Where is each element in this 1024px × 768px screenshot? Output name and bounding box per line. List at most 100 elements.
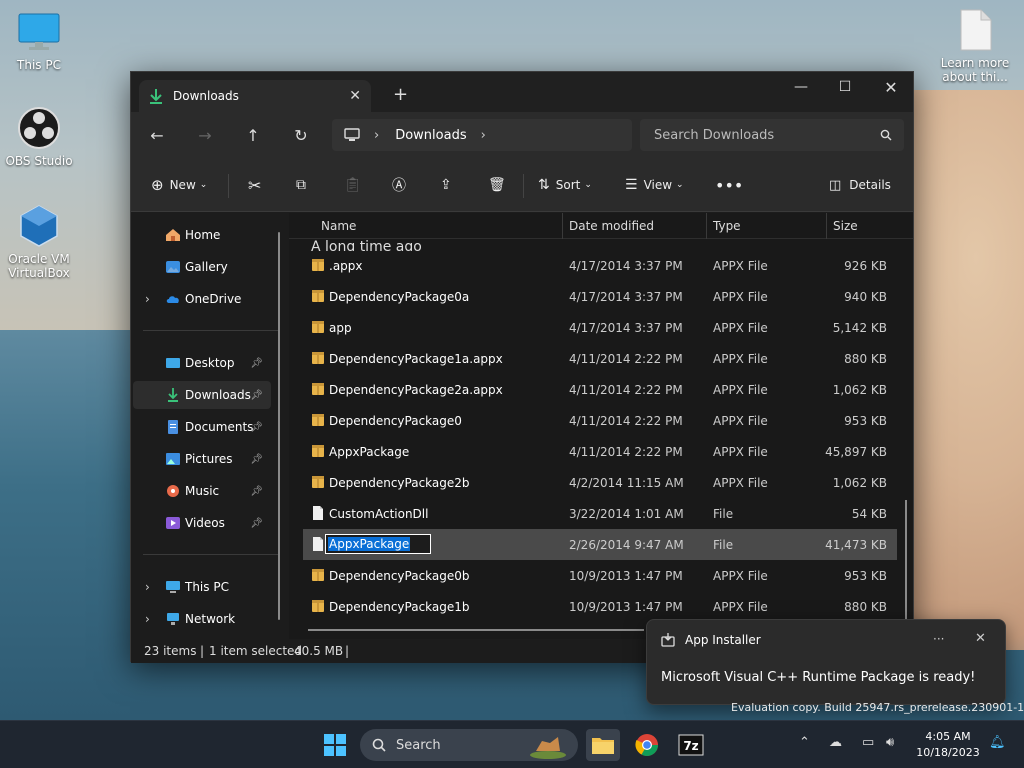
file-size: 953 KB (844, 414, 887, 428)
file-row[interactable]: DependencyPackage2b 4/2/2014 11:15 AM APPX… (303, 467, 897, 498)
view-button[interactable]: ☰ View ⌄ (625, 158, 684, 212)
refresh-button[interactable]: ↻ (288, 122, 314, 148)
sidebar-item-documents[interactable]: Documents 📌︎ (133, 413, 271, 441)
file-type: APPX File (713, 569, 768, 583)
column-header-date[interactable]: Date modified (569, 219, 654, 233)
pin-icon: 📌︎ (250, 485, 263, 497)
address-bar[interactable]: › Downloads › (332, 119, 632, 151)
search-box[interactable]: Search Downloads (640, 119, 904, 151)
sidebar-scrollbar[interactable] (278, 232, 280, 620)
chevron-right-icon[interactable]: › (145, 580, 150, 594)
column-headers: Name Date modified Type Size (289, 213, 913, 239)
desktop-icon-learn-more[interactable]: Learn more about thi... (937, 8, 1013, 84)
start-button[interactable] (318, 729, 352, 761)
column-header-name[interactable]: Name (321, 219, 356, 233)
forward-button[interactable]: → (192, 122, 218, 148)
copy-button[interactable]: ⧉ (296, 158, 306, 212)
sidebar-item-pictures[interactable]: Pictures 📌︎ (133, 445, 271, 473)
file-name: DependencyPackage0b (329, 569, 470, 583)
taskbar-clock[interactable]: 4:05 AM 10/18/2023 (916, 729, 980, 761)
folder-icon (592, 738, 614, 754)
sidebar-item-onedrive[interactable]: › OneDrive (133, 285, 271, 313)
share-button[interactable]: ⇪ (440, 158, 452, 212)
file-row[interactable]: .appx 4/17/2014 3:37 PM APPX File 926 KB (303, 250, 897, 281)
desktop-icon-obs[interactable]: OBS Studio (1, 106, 77, 168)
breadcrumb-downloads[interactable]: Downloads (395, 128, 466, 143)
column-header-type[interactable]: Type (713, 219, 741, 233)
file-name: AppxPackage (329, 445, 410, 459)
up-button[interactable]: ↑ (240, 122, 266, 148)
file-row[interactable]: DependencyPackage2a.appx 4/11/2014 2:22 P… (303, 374, 897, 405)
delete-button[interactable]: 🗑︎ (488, 158, 506, 212)
taskbar-file-explorer[interactable] (586, 729, 620, 761)
file-row[interactable]: DependencyPackage0 4/11/2014 2:22 PM APPX … (303, 405, 897, 436)
document-icon (953, 8, 997, 52)
notification-toast[interactable]: App Installer ··· ✕ Microsoft Visual C++… (646, 619, 1006, 705)
chevron-right-icon[interactable]: › (145, 292, 150, 306)
chevron-up-icon[interactable]: ⌃ (799, 735, 810, 750)
column-divider[interactable] (826, 213, 827, 239)
close-tab-icon[interactable]: ✕ (349, 88, 361, 104)
toast-more-button[interactable]: ··· (933, 632, 944, 646)
package-icon (312, 383, 324, 395)
file-row[interactable]: CustomActionDll 3/22/2014 1:01 AM File 54 K… (303, 498, 897, 529)
cut-button[interactable]: ✂ (248, 158, 261, 212)
file-date: 4/2/2014 11:15 AM (569, 476, 684, 490)
desktop-icon-virtualbox[interactable]: Oracle VM VirtualBox (1, 204, 77, 280)
column-divider[interactable] (562, 213, 563, 239)
search-input[interactable]: Search Downloads (654, 128, 880, 143)
file-row[interactable]: AppxPackage 4/11/2014 2:22 PM APPX File 45,… (303, 436, 897, 467)
column-divider[interactable] (706, 213, 707, 239)
close-window-button[interactable]: ✕ (868, 72, 914, 102)
horizontal-scrollbar[interactable] (308, 629, 644, 631)
file-date: 10/9/2013 1:47 PM (569, 569, 683, 583)
sidebar-item-desktop[interactable]: Desktop 📌︎ (133, 349, 271, 377)
sidebar-item-videos[interactable]: Videos 📌︎ (133, 509, 271, 537)
toast-close-button[interactable]: ✕ (975, 631, 986, 646)
rename-button[interactable]: Ⓐ (392, 158, 406, 212)
file-row[interactable]: DependencyPackage1a.appx 4/11/2014 2:22 P… (303, 343, 897, 374)
taskbar-search[interactable]: Search (360, 729, 578, 761)
sidebar-item-home[interactable]: Home (133, 221, 271, 249)
details-button[interactable]: ◫ Details (829, 158, 891, 212)
file-row[interactable]: AppxPackage 2/26/2014 9:47 AM File 41,473 K… (303, 529, 897, 560)
copy-icon: ⧉ (296, 177, 306, 193)
sidebar-item-music[interactable]: Music 📌︎ (133, 477, 271, 505)
onedrive-tray-icon[interactable]: ☁ (829, 735, 842, 750)
taskbar-7zip[interactable]: 7z (674, 729, 708, 761)
sidebar-item-gallery[interactable]: Gallery (133, 253, 271, 281)
volume-icon[interactable]: 🔊︎ (886, 735, 894, 750)
tab-downloads[interactable]: Downloads ✕ (139, 80, 371, 112)
file-type: APPX File (713, 445, 768, 459)
notification-bell-icon[interactable]: 🔔︎ (989, 735, 1006, 750)
column-header-size[interactable]: Size (833, 219, 858, 233)
music-icon (167, 485, 179, 497)
network-tray-icon[interactable]: ▭ (862, 735, 874, 750)
sort-button[interactable]: ⇅ Sort ⌄ (538, 158, 592, 212)
taskbar-chrome[interactable] (630, 729, 664, 761)
sidebar-item-this-pc[interactable]: › This PC (133, 573, 271, 601)
app-installer-icon (661, 633, 675, 647)
new-button[interactable]: ⊕ New ⌄ (151, 158, 207, 212)
minimize-button[interactable]: — (778, 72, 824, 102)
rename-input[interactable]: AppxPackage (325, 534, 431, 554)
ellipsis-icon: ••• (715, 175, 744, 195)
file-type: APPX File (713, 414, 768, 428)
pin-icon: 📌︎ (250, 517, 263, 529)
file-row[interactable]: DependencyPackage0b 10/9/2013 1:47 PM APPX… (303, 560, 897, 591)
chevron-right-icon[interactable]: › (145, 612, 150, 626)
file-row[interactable]: DependencyPackage0a 4/17/2014 3:37 PM APPX… (303, 281, 897, 312)
file-row[interactable]: app 4/17/2014 3:37 PM APPX File 5,142 KB (303, 312, 897, 343)
chevron-right-icon: › (480, 127, 486, 143)
navigation-pane: Home Gallery › OneDrive Desktop 📌︎ Downl… (131, 213, 289, 639)
new-tab-button[interactable]: + (393, 84, 408, 105)
paste-button[interactable]: 📋︎ (344, 158, 362, 212)
back-button[interactable]: ← (144, 122, 170, 148)
sidebar-item-network[interactable]: › Network (133, 605, 271, 633)
more-options-button[interactable]: ••• (715, 158, 743, 212)
file-row[interactable]: DependencyPackage1b 10/9/2013 1:47 PM APPX… (303, 591, 897, 622)
desktop-icon-this-pc[interactable]: This PC (1, 10, 77, 72)
maximize-button[interactable]: ☐ (822, 72, 868, 102)
sidebar-item-downloads[interactable]: Downloads 📌︎ (133, 381, 271, 409)
file-size: 880 KB (844, 352, 887, 366)
